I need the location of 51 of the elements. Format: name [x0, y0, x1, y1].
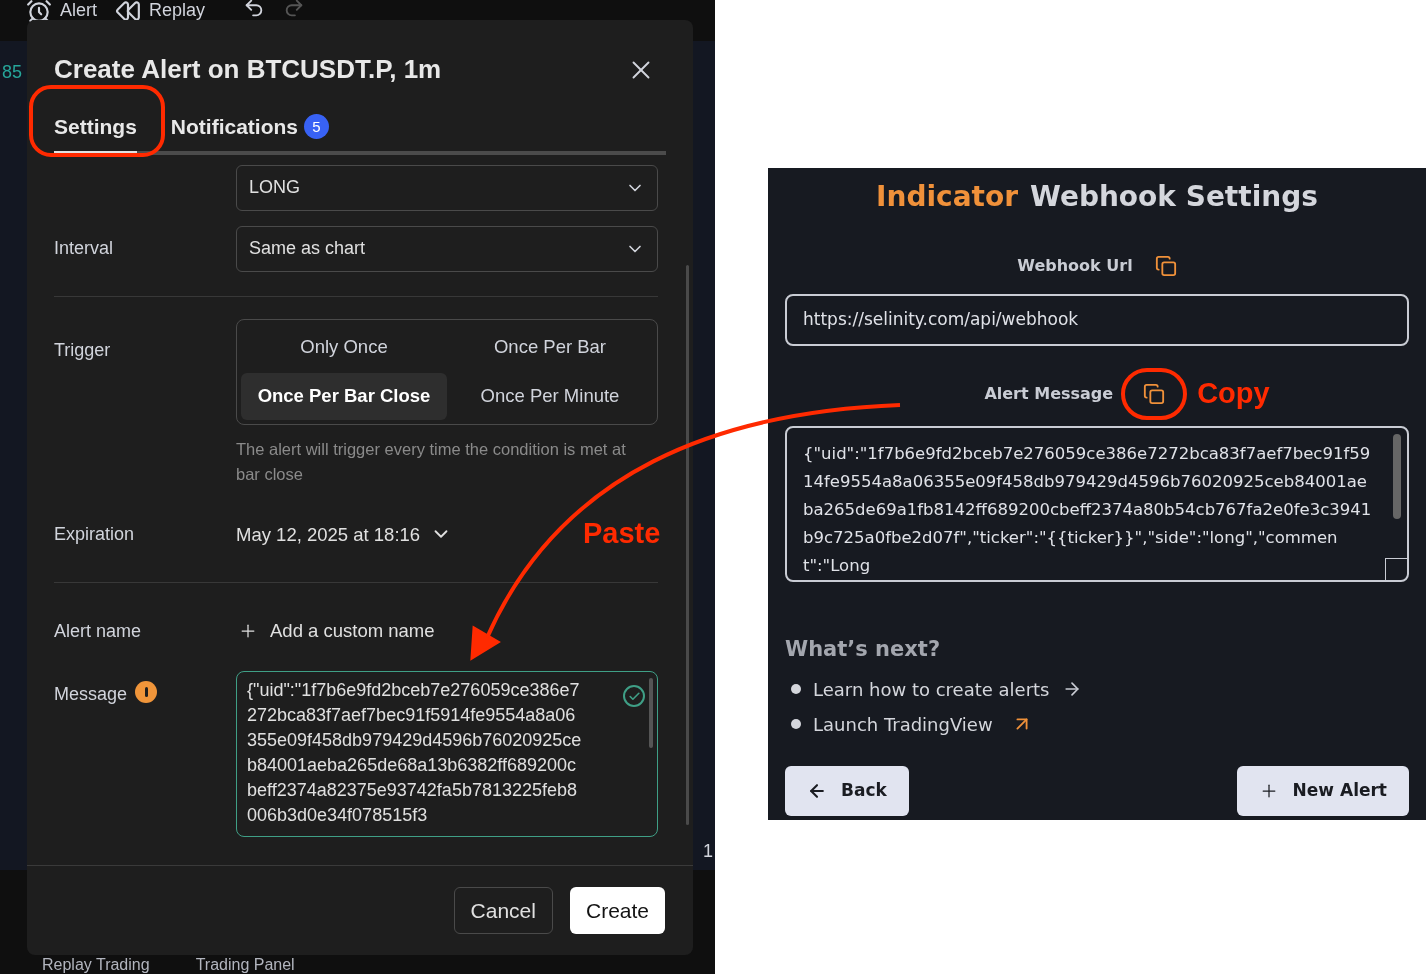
new-alert-button[interactable]: New Alert: [1236, 765, 1409, 816]
tab[interactable]: Notifications 5: [170, 111, 329, 155]
price-label: 85: [2, 61, 23, 84]
trigger-option[interactable]: Only Once: [241, 323, 447, 371]
alarm-clock-icon: [26, 0, 52, 24]
message-text: {"uid":"1f7b6e9fd2bceb7e276059ce386e7272bca83f7aef7bec91f5914fe9554a8a06355e09f458db979429d4596b76020925ceb84001aeba265de68a13b6382ff689200cbeff2374a82375e93742fa5b7813225feb8006b3d0e34f078515f3: [247, 679, 582, 827]
resize-handle[interactable]: [1385, 558, 1407, 580]
tab[interactable]: Settings: [54, 111, 137, 155]
field-label: Alert name: [54, 619, 143, 643]
message-text: {"uid":"1f7b6e9fd2bceb7e276059ce386e7272bca83f7aef7bec91f5914fe9554a8a06355e09f458db979429d4596b76020925ceb84001aeba265de69a1fb8142ff689200cbeff2374a80b54cb767fa2e0fe3c3941b9c725a0fbe2d07f","ticker":"{{ticker}}","side":"long","comment":"Long: [803, 443, 1373, 577]
cancel-button[interactable]: Cancel: [453, 887, 553, 934]
scrollbar-thumb[interactable]: [649, 678, 653, 748]
panel-title: Webhook Settings: [1030, 179, 1318, 215]
field-label: Trigger: [54, 338, 112, 362]
copy-icon[interactable]: [1154, 255, 1177, 277]
back-button[interactable]: Back: [785, 765, 909, 816]
scrollbar-thumb[interactable]: [1393, 434, 1401, 519]
link[interactable]: Learn how to create alerts: [813, 675, 1050, 703]
field-label: Message: [54, 683, 128, 706]
bullet-icon: [791, 719, 801, 729]
dialog-title: Create Alert on BTCUSDT.P, 1m: [54, 53, 442, 86]
title-accent: Indicator: [876, 179, 1018, 215]
add-name-button[interactable]: Add a custom name: [236, 617, 435, 645]
scrollbar-thumb[interactable]: [686, 264, 689, 825]
toolbar-button[interactable]: Alert: [26, 0, 97, 24]
trigger-option[interactable]: Once Per Bar Close: [241, 372, 447, 420]
annotation-label: Copy: [1197, 376, 1270, 412]
message-field[interactable]: [785, 426, 1409, 582]
field-label: Expiration: [54, 522, 136, 546]
section-heading: What’s next?: [785, 636, 942, 663]
trigger-option[interactable]: Once Per Minute: [447, 372, 653, 420]
toolbar-button[interactable]: Replay: [115, 0, 206, 24]
bullet-icon: [791, 684, 801, 694]
bottom-tab[interactable]: Replay Trading: [42, 956, 150, 973]
link[interactable]: Launch TradingView: [813, 710, 993, 738]
expiration-dropdown[interactable]: May 12, 2025 at 18:16: [236, 520, 453, 549]
message-field[interactable]: {"uid":"1f7b6e9fd2bceb7e276059ce386e7272bca83f7aef7bec91f5914fe9554a8a06355e09f458db979429d4596b76020925ceb84001aeba265de68a13b6382ff689200cbeff2374a82375e93742fa5b7813225feb8006b3d0e34f078515f3: [236, 671, 658, 837]
copy-icon[interactable]: [1143, 383, 1166, 405]
field-label: Alert Message: [984, 383, 1114, 405]
create-button[interactable]: Create: [569, 887, 665, 934]
price-label: 1: [703, 840, 713, 863]
trigger-option[interactable]: Once Per Bar: [447, 323, 653, 371]
trigger-hint: The alert will trigger every time the condition is met at bar close: [236, 438, 627, 485]
dropdown-select[interactable]: Same as chart: [236, 225, 658, 272]
field-label: Webhook Url: [1017, 255, 1133, 277]
count-badge: 5: [304, 114, 329, 140]
url-field[interactable]: https://selinity.com/api/webhook: [785, 294, 1409, 346]
field-label: Interval: [54, 237, 115, 260]
bottom-tab[interactable]: Trading Panel: [195, 956, 295, 973]
annotation-label: Paste: [583, 516, 661, 551]
dropdown-select[interactable]: LONG: [236, 164, 658, 211]
